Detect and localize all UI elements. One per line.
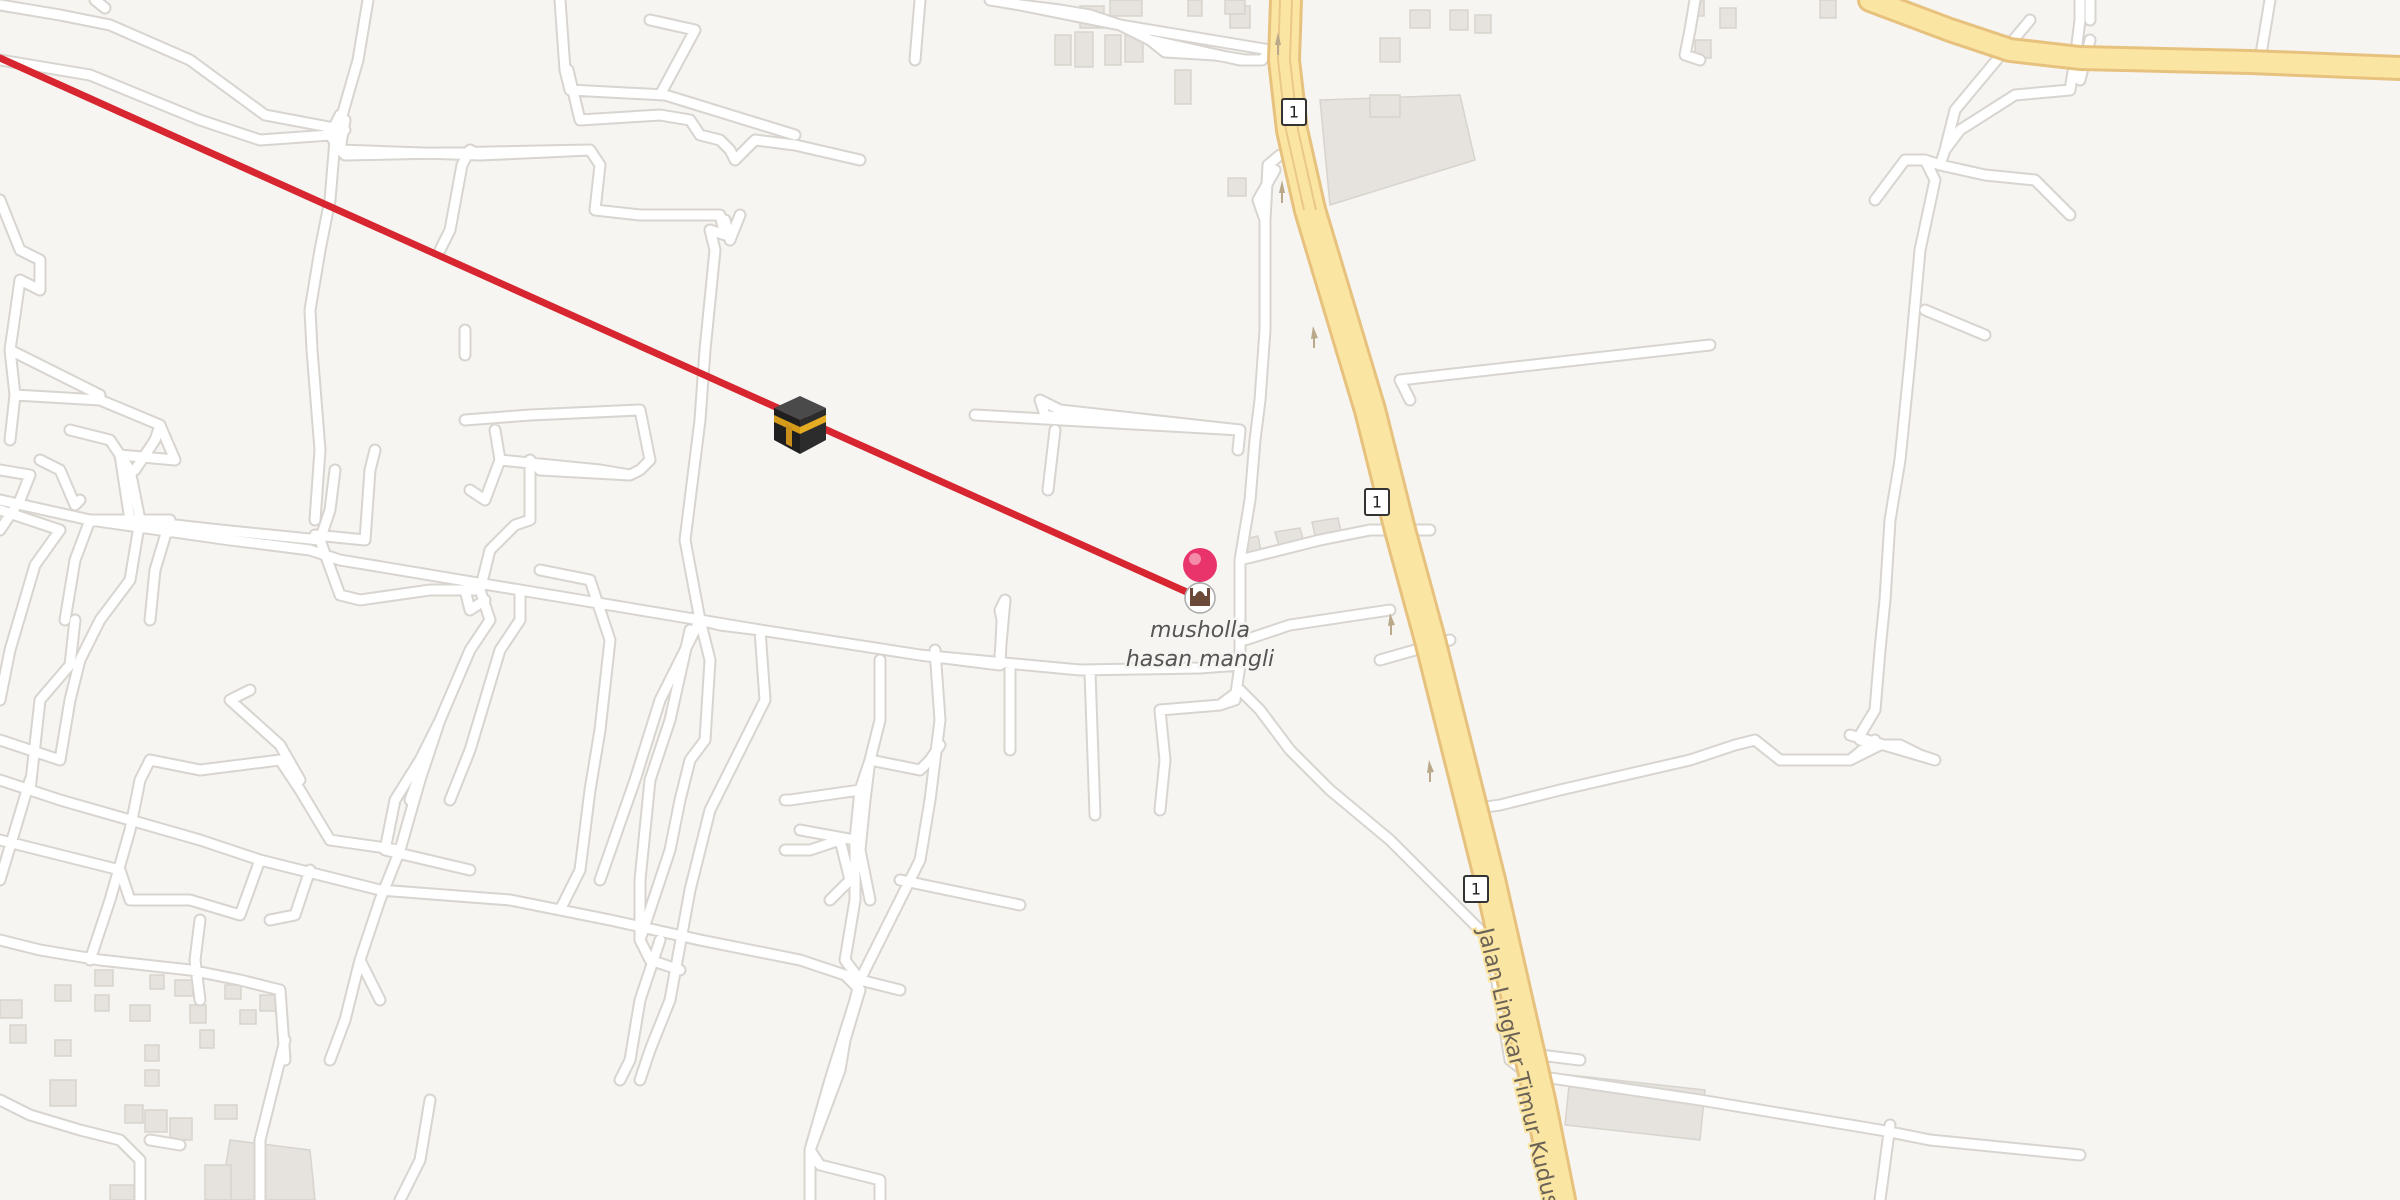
svg-text:1: 1 (1372, 493, 1382, 512)
svg-text:1: 1 (1471, 880, 1481, 899)
poi-label-line1: musholla (1150, 618, 1250, 643)
route-shield: 1 (1281, 98, 1307, 126)
mosque-icon[interactable] (1184, 582, 1216, 614)
map-canvas[interactable]: 1 1 1 Jalan Lingkar Timur Kudus musholla… (0, 0, 2400, 1200)
poi-label-line2: hasan mangli (1126, 647, 1274, 672)
svg-text:1: 1 (1289, 103, 1299, 122)
route-shield: 1 (1463, 875, 1489, 903)
route-shield: 1 (1364, 488, 1390, 516)
